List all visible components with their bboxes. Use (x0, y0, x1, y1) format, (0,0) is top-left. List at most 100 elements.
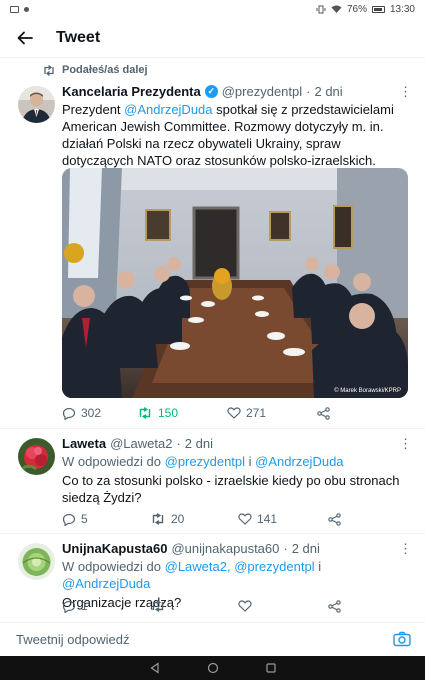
mention-link[interactable]: @prezydentpl (165, 454, 245, 469)
notification-icon (24, 6, 29, 12)
retweet-icon (44, 64, 54, 76)
photo-credit: © Marek Borawski/KPRP (334, 387, 401, 394)
reply-button[interactable]: 1 (62, 599, 150, 613)
retweeted-by-note[interactable]: Podałeś/aś dalej (42, 64, 148, 76)
back-button[interactable] (0, 18, 50, 58)
meeting-photo: © Marek Borawski/KPRP (62, 168, 408, 398)
like-count: 271 (246, 406, 267, 420)
tweet-actions: 1 (62, 599, 362, 613)
heart-icon (227, 407, 241, 419)
replying-to-label: W odpowiedzi do (62, 454, 161, 469)
retweet-icon (152, 513, 164, 525)
tweet-meta: Laweta @Laweta2 · 2 dni (62, 436, 411, 451)
avatar[interactable] (18, 543, 55, 580)
avatar[interactable] (18, 438, 55, 475)
more-options-icon[interactable]: ⋮ (399, 436, 412, 452)
share-icon (328, 599, 341, 613)
like-button[interactable]: 271 (227, 406, 317, 420)
author-name[interactable]: UnijnaKapusta60 (62, 541, 167, 556)
retweet-button[interactable]: 150 (137, 406, 227, 420)
reply-count: 302 (81, 406, 102, 420)
nav-recents-icon[interactable] (265, 662, 277, 674)
like-button[interactable] (238, 600, 328, 612)
replying-to: W odpowiedzi do @prezydentpl i @AndrzejD… (62, 453, 411, 470)
share-button[interactable] (328, 599, 341, 613)
replying-to-and: i (318, 559, 322, 574)
nav-back-icon[interactable] (149, 662, 161, 674)
tweet-time[interactable]: 2 dni (185, 436, 213, 451)
status-bar: 76% 13:30 (0, 0, 425, 18)
heart-icon (238, 600, 252, 612)
avatar[interactable] (18, 86, 55, 123)
mention-link[interactable]: @AndrzejDuda (255, 454, 343, 469)
retweet-count: 20 (171, 512, 185, 526)
retweet-button[interactable] (150, 600, 238, 612)
nav-home-icon[interactable] (207, 662, 219, 674)
tweet-actions: 5 20 141 (62, 512, 362, 526)
top-app-bar: Tweet (0, 18, 425, 58)
retweet-button[interactable]: 20 (150, 512, 238, 526)
mention-link[interactable]: @AndrzejDuda (62, 576, 150, 591)
author-name[interactable]: Kancelaria Prezydenta (62, 84, 201, 99)
reply-input[interactable]: Tweetnij odpowiedź (16, 632, 129, 647)
page-title: Tweet (56, 28, 101, 46)
share-icon (328, 512, 341, 526)
reply-icon (62, 407, 76, 420)
like-count: 141 (257, 512, 278, 526)
tweet-text-part: Prezydent (62, 102, 125, 117)
status-icons-left (10, 5, 29, 13)
reply-count: 1 (81, 599, 88, 613)
status-icons-right: 76% 13:30 (316, 4, 415, 15)
reply-count: 5 (81, 512, 88, 526)
system-nav-bar (0, 656, 425, 680)
reply-button[interactable]: 5 (62, 512, 150, 526)
camera-button[interactable] (393, 631, 411, 652)
verified-badge-icon: ✓ (204, 85, 218, 98)
more-options-icon[interactable]: ⋮ (399, 541, 412, 557)
tweet-photo[interactable]: © Marek Borawski/KPRP (62, 168, 408, 398)
replying-to-and: i (248, 454, 252, 469)
camera-icon (393, 631, 411, 647)
tweet-time[interactable]: 2 dni (314, 84, 342, 99)
retweet-icon (152, 600, 164, 612)
tweet-text: Prezydent @AndrzejDuda spotkał się z prz… (62, 101, 411, 169)
author-handle[interactable]: @unijnakapusta60 (171, 541, 279, 556)
reply-icon (62, 513, 76, 526)
reply-button[interactable]: 302 (62, 406, 137, 420)
retweet-count: 150 (158, 406, 179, 420)
mention-link[interactable]: @Laweta2, @prezydentpl (165, 559, 315, 574)
meta-separator: · (283, 541, 288, 556)
meta-separator: · (176, 436, 181, 451)
tweet-meta: Kancelaria Prezydenta ✓ @prezydentpl · 2… (62, 84, 411, 99)
arrow-left-icon (17, 31, 33, 44)
meta-separator: · (306, 84, 311, 99)
share-button[interactable] (317, 406, 330, 420)
replying-to: W odpowiedzi do @Laweta2, @prezydentpl i… (62, 558, 411, 592)
tweet-time[interactable]: 2 dni (292, 541, 320, 556)
reply-composer[interactable]: Tweetnij odpowiedź (0, 622, 425, 656)
author-handle[interactable]: @prezydentpl (222, 84, 302, 99)
more-options-icon[interactable]: ⋮ (399, 84, 412, 100)
tweet-actions: 302 150 271 (62, 406, 362, 420)
replying-to-label: W odpowiedzi do (62, 559, 161, 574)
tweet-text: Co to za stosunki polsko - izraelskie ki… (62, 473, 400, 505)
retweet-icon (139, 407, 151, 419)
share-icon (317, 406, 330, 420)
clock: 13:30 (389, 3, 415, 15)
tweet-meta: UnijnaKapusta60 @unijnakapusta60 · 2 dni (62, 541, 411, 556)
retweeted-by-label: Podałeś/aś dalej (62, 64, 148, 76)
reply-icon (62, 600, 76, 613)
like-button[interactable]: 141 (238, 512, 328, 526)
mention-link[interactable]: @AndrzejDuda (124, 102, 212, 117)
author-handle[interactable]: @Laweta2 (110, 436, 172, 451)
gallery-icon (10, 5, 19, 13)
author-name[interactable]: Laweta (62, 436, 106, 451)
battery-percent: 76% (346, 3, 367, 15)
heart-icon (238, 513, 252, 525)
wifi-icon (331, 5, 342, 13)
battery-icon (371, 5, 385, 13)
share-button[interactable] (328, 512, 341, 526)
divider (0, 533, 425, 534)
divider (0, 428, 425, 429)
vibrate-icon (316, 5, 326, 13)
